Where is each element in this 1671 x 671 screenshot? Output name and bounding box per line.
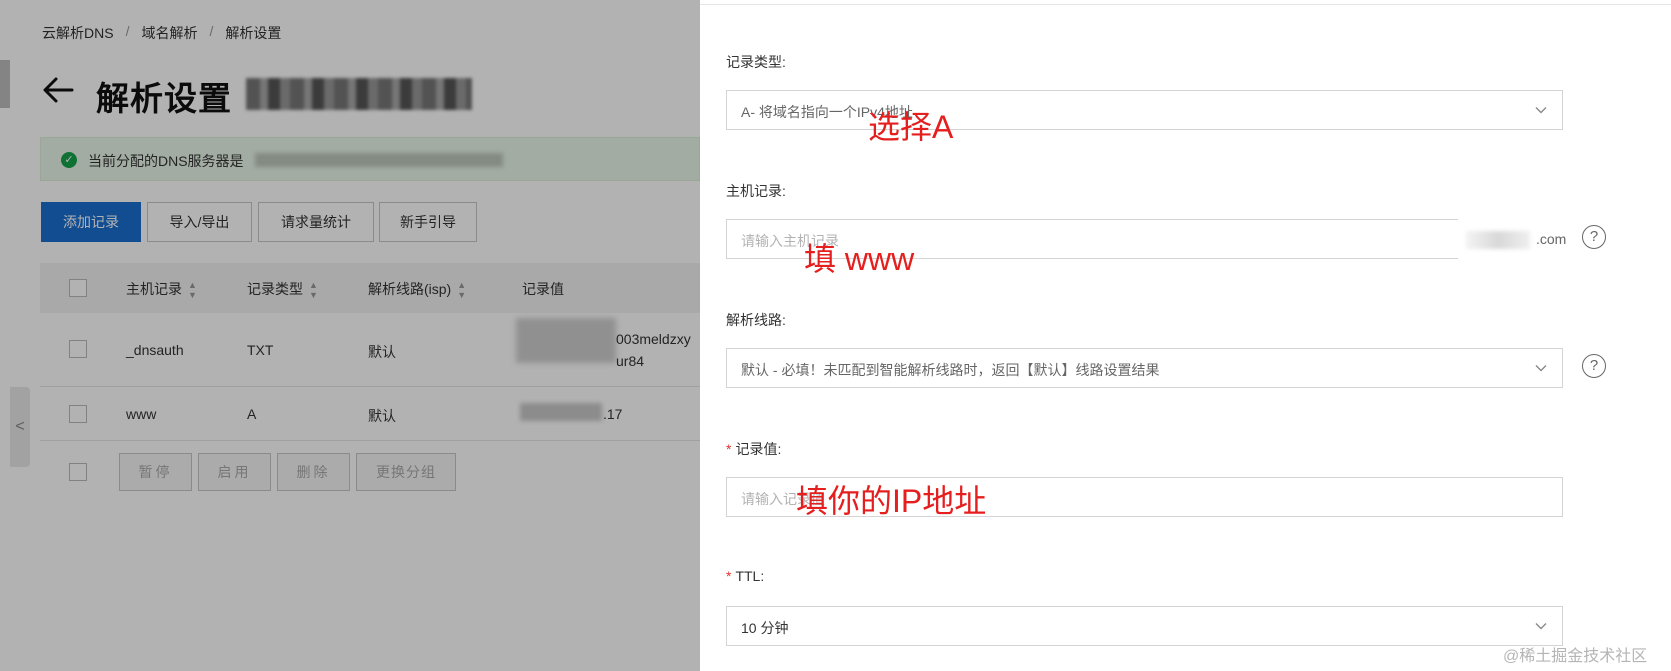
help-icon[interactable]: ? [1582,225,1606,249]
domain-suffix: .com [1458,219,1588,259]
modal-overlay[interactable] [0,0,700,671]
host-label: 主机记录: [726,183,786,199]
redacted-domain-suffix [1466,231,1530,249]
ttl-label: * TTL: [726,568,765,584]
required-mark: * [726,568,732,584]
annotation-fill-www: 填 www [804,241,915,277]
required-mark: * [726,441,732,457]
record-type-select[interactable]: A- 将域名指向一个IPv4地址 [726,90,1563,130]
line-value: 默认 - 必填！未匹配到智能解析线路时，返回【默认】线路设置结果 [741,362,1160,378]
annotation-fill-ip: 填你的IP地址 [796,483,987,519]
add-record-drawer: 记录类型: A- 将域名指向一个IPv4地址 主机记录: 请输入主机记录 .co… [700,0,1671,671]
chevron-down-icon [1535,107,1547,114]
watermark: @稀土掘金技术社区 [1503,648,1648,665]
domain-tld: .com [1536,231,1567,247]
ttl-value: 10 分钟 [741,620,789,636]
help-icon[interactable]: ? [1582,354,1606,378]
drawer-top-border [700,4,1671,5]
record-value-label: * 记录值: [726,441,782,457]
line-label: 解析线路: [726,312,786,328]
chevron-down-icon [1535,365,1547,372]
line-select[interactable]: 默认 - 必填！未匹配到智能解析线路时，返回【默认】线路设置结果 [726,348,1563,388]
record-type-label: 记录类型: [726,54,786,70]
annotation-select-a: 选择A [868,109,954,145]
ttl-select[interactable]: 10 分钟 [726,606,1563,646]
chevron-down-icon [1535,623,1547,630]
